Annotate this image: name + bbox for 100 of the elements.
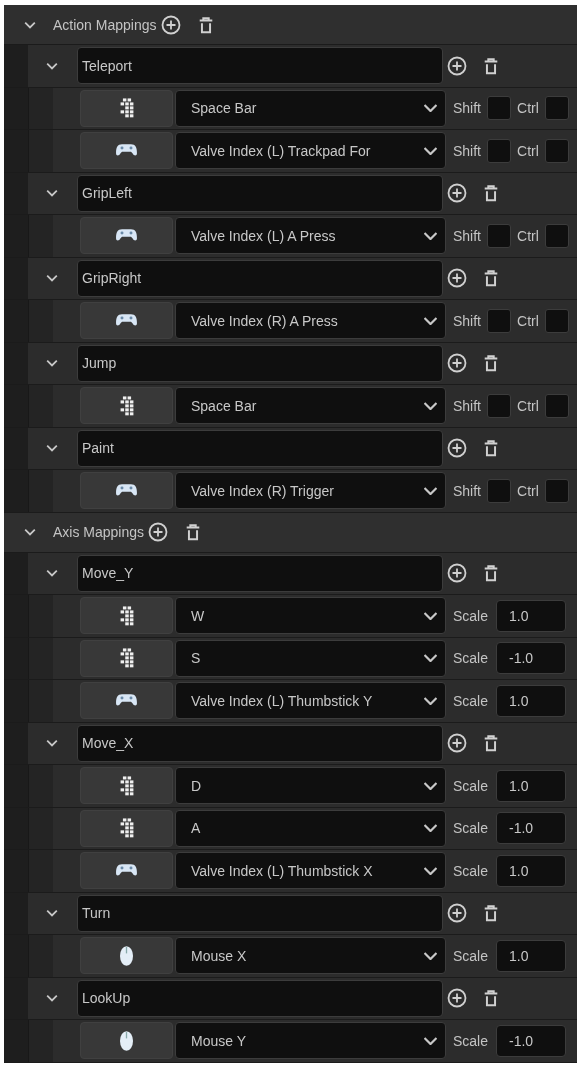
device-button[interactable] <box>80 1022 173 1060</box>
name-field[interactable]: GripRight <box>77 259 443 297</box>
caret-icon <box>424 951 437 960</box>
scale-field[interactable]: 1.0 <box>496 684 567 717</box>
scale-field[interactable]: 1.0 <box>496 939 567 972</box>
delete-icon[interactable] <box>482 563 500 584</box>
device-button[interactable] <box>80 809 173 847</box>
modifier-label: Ctrl <box>517 397 539 414</box>
modifier-label: Ctrl <box>517 227 539 244</box>
name-field[interactable]: GripLeft <box>77 174 443 212</box>
delete-icon[interactable] <box>482 903 500 924</box>
key-dropdown[interactable]: S <box>175 639 446 677</box>
scale-label: Scale <box>453 650 489 667</box>
gamepad-icon <box>116 694 137 708</box>
scale-field[interactable]: -1.0 <box>496 812 567 845</box>
key-dropdown[interactable]: Valve Index (L) Trackpad For <box>175 132 446 170</box>
modifier-checkbox[interactable] <box>544 96 569 121</box>
modifier-label: Shift <box>453 397 481 414</box>
caret-icon <box>424 824 437 833</box>
device-button[interactable] <box>80 767 173 805</box>
key-dropdown[interactable]: Valve Index (L) Thumbstick X <box>175 852 446 890</box>
modifier-checkbox[interactable] <box>487 96 511 121</box>
scale-label: Scale <box>453 607 489 624</box>
scale-field[interactable]: 1.0 <box>496 769 567 802</box>
add-icon[interactable] <box>447 183 467 204</box>
key-dropdown[interactable]: A <box>175 809 446 847</box>
modifier-checkbox[interactable] <box>544 138 569 163</box>
device-button[interactable] <box>80 89 173 127</box>
key-dropdown[interactable]: Space Bar <box>175 387 446 425</box>
add-icon[interactable] <box>447 438 467 459</box>
key-dropdown[interactable]: Space Bar <box>175 89 446 127</box>
scale-label: Scale <box>453 777 489 794</box>
scale-field[interactable]: 1.0 <box>496 599 567 632</box>
key-dropdown[interactable]: D <box>175 767 446 805</box>
gamepad-icon <box>116 864 137 878</box>
device-button[interactable] <box>80 597 173 635</box>
device-button[interactable] <box>80 682 173 720</box>
add-icon[interactable] <box>447 988 467 1009</box>
delete-icon[interactable] <box>482 733 500 754</box>
name-field[interactable]: Teleport <box>77 47 443 85</box>
mouse-icon <box>120 1030 133 1051</box>
key-dropdown[interactable]: Mouse X <box>175 937 446 975</box>
delete-icon[interactable] <box>482 55 500 76</box>
add-icon[interactable] <box>160 14 181 35</box>
add-icon[interactable] <box>447 563 467 584</box>
device-button[interactable] <box>80 472 173 510</box>
caret-icon <box>424 654 437 663</box>
scale-field[interactable]: -1.0 <box>496 642 567 675</box>
name-field[interactable]: LookUp <box>77 979 443 1017</box>
add-icon[interactable] <box>148 522 169 542</box>
modifier-checkbox[interactable] <box>487 393 511 418</box>
add-icon[interactable] <box>447 268 467 289</box>
modifier-checkbox[interactable] <box>544 478 569 503</box>
caret-icon <box>424 1036 437 1045</box>
modifier-checkbox[interactable] <box>544 308 569 333</box>
delete-icon[interactable] <box>482 183 500 204</box>
key-dropdown[interactable]: Valve Index (R) A Press <box>175 302 446 340</box>
caret-icon <box>424 231 437 240</box>
delete-icon[interactable] <box>482 988 500 1009</box>
modifier-checkbox[interactable] <box>544 393 569 418</box>
device-button[interactable] <box>80 852 173 890</box>
name-field[interactable]: Move_X <box>77 724 443 762</box>
device-button[interactable] <box>80 387 173 425</box>
scale-label: Scale <box>453 947 489 964</box>
modifier-label: Ctrl <box>517 142 539 159</box>
device-button[interactable] <box>80 132 173 170</box>
delete-icon[interactable] <box>482 438 500 459</box>
scale-field[interactable]: 1.0 <box>496 854 567 887</box>
modifier-checkbox[interactable] <box>487 138 511 163</box>
modifier-checkbox[interactable] <box>544 223 569 248</box>
name-field[interactable]: Jump <box>77 344 443 382</box>
name-field[interactable]: Turn <box>77 894 443 932</box>
add-icon[interactable] <box>447 55 467 76</box>
scale-field[interactable]: -1.0 <box>496 1024 567 1057</box>
gamepad-icon <box>116 484 137 498</box>
key-dropdown[interactable]: Valve Index (R) Trigger <box>175 472 446 510</box>
keyboard-icon <box>119 605 134 626</box>
key-dropdown[interactable]: Valve Index (L) Thumbstick Y <box>175 682 446 720</box>
modifier-checkbox[interactable] <box>487 308 511 333</box>
device-button[interactable] <box>80 639 173 677</box>
key-dropdown[interactable]: W <box>175 597 446 635</box>
modifier-checkbox[interactable] <box>487 478 511 503</box>
name-field[interactable]: Move_Y <box>77 554 443 592</box>
keyboard-icon <box>119 395 134 416</box>
modifier-checkbox[interactable] <box>487 223 511 248</box>
modifier-label: Ctrl <box>517 482 539 499</box>
key-dropdown[interactable]: Valve Index (L) A Press <box>175 217 446 255</box>
delete-icon[interactable] <box>482 353 500 374</box>
device-button[interactable] <box>80 217 173 255</box>
add-icon[interactable] <box>447 733 467 754</box>
device-button[interactable] <box>80 937 173 975</box>
name-field[interactable]: Paint <box>77 429 443 467</box>
delete-icon[interactable] <box>482 268 500 289</box>
add-icon[interactable] <box>447 353 467 374</box>
key-dropdown[interactable]: Mouse Y <box>175 1022 446 1060</box>
device-button[interactable] <box>80 302 173 340</box>
caret-icon <box>424 781 437 790</box>
modifier-label: Ctrl <box>517 100 539 117</box>
modifier-label: Shift <box>453 227 481 244</box>
add-icon[interactable] <box>447 903 467 924</box>
